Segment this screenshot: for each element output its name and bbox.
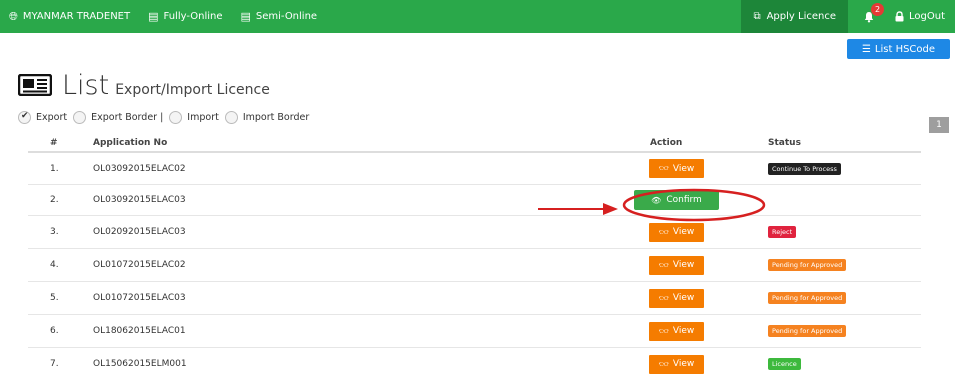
view-button[interactable]: 👓︎ View [649, 159, 704, 178]
eye-icon: 👁︎ [651, 195, 662, 205]
header-action: Action [650, 138, 683, 148]
eye-icon: 👓︎ [658, 227, 669, 237]
row-number: 1. [50, 163, 59, 174]
pagination-page-button[interactable]: 1 [929, 117, 949, 133]
page-title-main: List [62, 70, 110, 101]
lock-icon [895, 11, 904, 22]
table-header: # Application No Action Status [28, 135, 921, 153]
logout-label: LogOut [909, 11, 945, 22]
radio-import-label: Import [187, 112, 219, 123]
eye-icon: 👓︎ [658, 359, 669, 369]
table-row: 7. OL15062015ELM001 👓︎ View Licence [28, 348, 921, 380]
radio-export-border-label: Export Border | [91, 112, 164, 123]
application-number: OL03092015ELAC03 [93, 195, 186, 205]
nav-semi-online[interactable]: ▤ Semi-Online [232, 0, 327, 33]
row-number: 3. [50, 227, 59, 237]
view-button[interactable]: 👓︎ View [649, 255, 704, 275]
apply-licence-button[interactable]: ⧉ Apply Licence [741, 0, 848, 33]
status-badge: Reject [768, 226, 797, 238]
licence-table: # Application No Action Status 1. OL0309… [28, 135, 921, 380]
view-button[interactable]: 👓︎ View [649, 354, 704, 374]
nav-semi-online-label: Semi-Online [255, 11, 318, 22]
row-number: 6. [50, 326, 59, 336]
nav-fully-online[interactable]: ▤ Fully-Online [139, 0, 231, 33]
list-hscode-button[interactable]: ☰ List HSCode [847, 39, 950, 59]
newspaper-icon [18, 74, 52, 96]
application-number: OL01072015ELAC02 [93, 260, 186, 270]
view-button[interactable]: 👓︎ View [649, 288, 704, 308]
view-button-label: View [672, 326, 695, 336]
radio-export-border[interactable] [73, 111, 87, 124]
table-row: 5. OL01072015ELAC03 👓︎ View Pending for A… [28, 282, 921, 315]
header-application-no: Application No [93, 138, 168, 148]
status-badge: Pending for Approved [768, 259, 847, 271]
notification-badge: 2 [871, 3, 884, 16]
eye-icon: 👓︎ [658, 260, 669, 270]
list-icon: ☰ [861, 43, 871, 55]
nav-brand[interactable]: 🌐︎ MYANMAR TRADENET [0, 0, 139, 33]
confirm-button-label: Confirm [666, 195, 702, 205]
page-title-subtitle: Export/Import Licence [115, 82, 270, 98]
licence-type-filter: Export Export Border | Import Import Bor… [18, 111, 315, 124]
application-number: OL02092015ELAC03 [93, 227, 186, 237]
radio-import-border[interactable] [224, 111, 238, 124]
top-nav-bar: 🌐︎ MYANMAR TRADENET ▤ Fully-Online ▤ Sem… [0, 0, 955, 33]
table-row: 6. OL18062015ELAC01 👓︎ View Pending for A… [28, 315, 921, 348]
view-button-label: View [672, 227, 695, 237]
page-title: List Export/Import Licence [18, 72, 270, 99]
table-row: 3. OL02092015ELAC03 👓︎ View Reject [28, 216, 921, 249]
view-button[interactable]: 👓︎ View [649, 321, 704, 341]
status-badge: Pending for Approved [768, 292, 847, 304]
view-button-label: View [672, 163, 695, 174]
radio-import[interactable] [169, 111, 183, 124]
application-number: OL03092015ELAC02 [93, 163, 186, 174]
view-button-label: View [672, 293, 695, 303]
row-number: 5. [50, 293, 59, 303]
header-status: Status [768, 138, 801, 148]
radio-export-label: Export [36, 112, 68, 123]
radio-import-border-label: Import Border [242, 112, 310, 123]
table-row: 2. OL03092015ELAC03 👁︎ Confirm [28, 185, 921, 216]
view-button-label: View [672, 260, 695, 270]
row-number: 7. [50, 359, 59, 369]
document-icon: ▤ [148, 10, 159, 23]
eye-icon: 👓︎ [658, 326, 669, 336]
row-number: 4. [50, 260, 59, 270]
table-row: 1. OL03092015ELAC02 👓︎ View Continue To P… [28, 153, 921, 185]
confirm-button[interactable]: 👁︎ Confirm [634, 190, 719, 210]
document-icon: ▤ [240, 10, 251, 23]
notifications-button[interactable]: 2 [848, 0, 890, 33]
application-number: OL01072015ELAC03 [93, 293, 186, 303]
radio-export[interactable] [18, 111, 31, 124]
application-number: OL18062015ELAC01 [93, 326, 186, 336]
row-number: 2. [50, 195, 59, 205]
logout-button[interactable]: LogOut [890, 0, 955, 33]
globe-icon: 🌐︎ [9, 10, 18, 23]
application-number: OL15062015ELM001 [93, 359, 187, 369]
status-badge: Licence [768, 358, 801, 370]
table-row: 4. OL01072015ELAC02 👓︎ View Pending for A… [28, 249, 921, 282]
list-hscode-label: List HSCode [874, 43, 936, 55]
status-badge: Pending for Approved [768, 325, 847, 337]
header-num: # [50, 138, 58, 148]
status-badge: Continue To Process [768, 162, 841, 175]
eye-icon: 👓︎ [658, 293, 669, 303]
nav-brand-label: MYANMAR TRADENET [22, 11, 131, 22]
nav-fully-online-label: Fully-Online [163, 11, 223, 22]
view-button-label: View [672, 359, 695, 369]
apply-licence-label: Apply Licence [766, 11, 836, 22]
external-link-icon: ⧉ [753, 11, 761, 22]
eye-icon: 👓︎ [658, 164, 669, 173]
view-button[interactable]: 👓︎ View [649, 222, 704, 242]
